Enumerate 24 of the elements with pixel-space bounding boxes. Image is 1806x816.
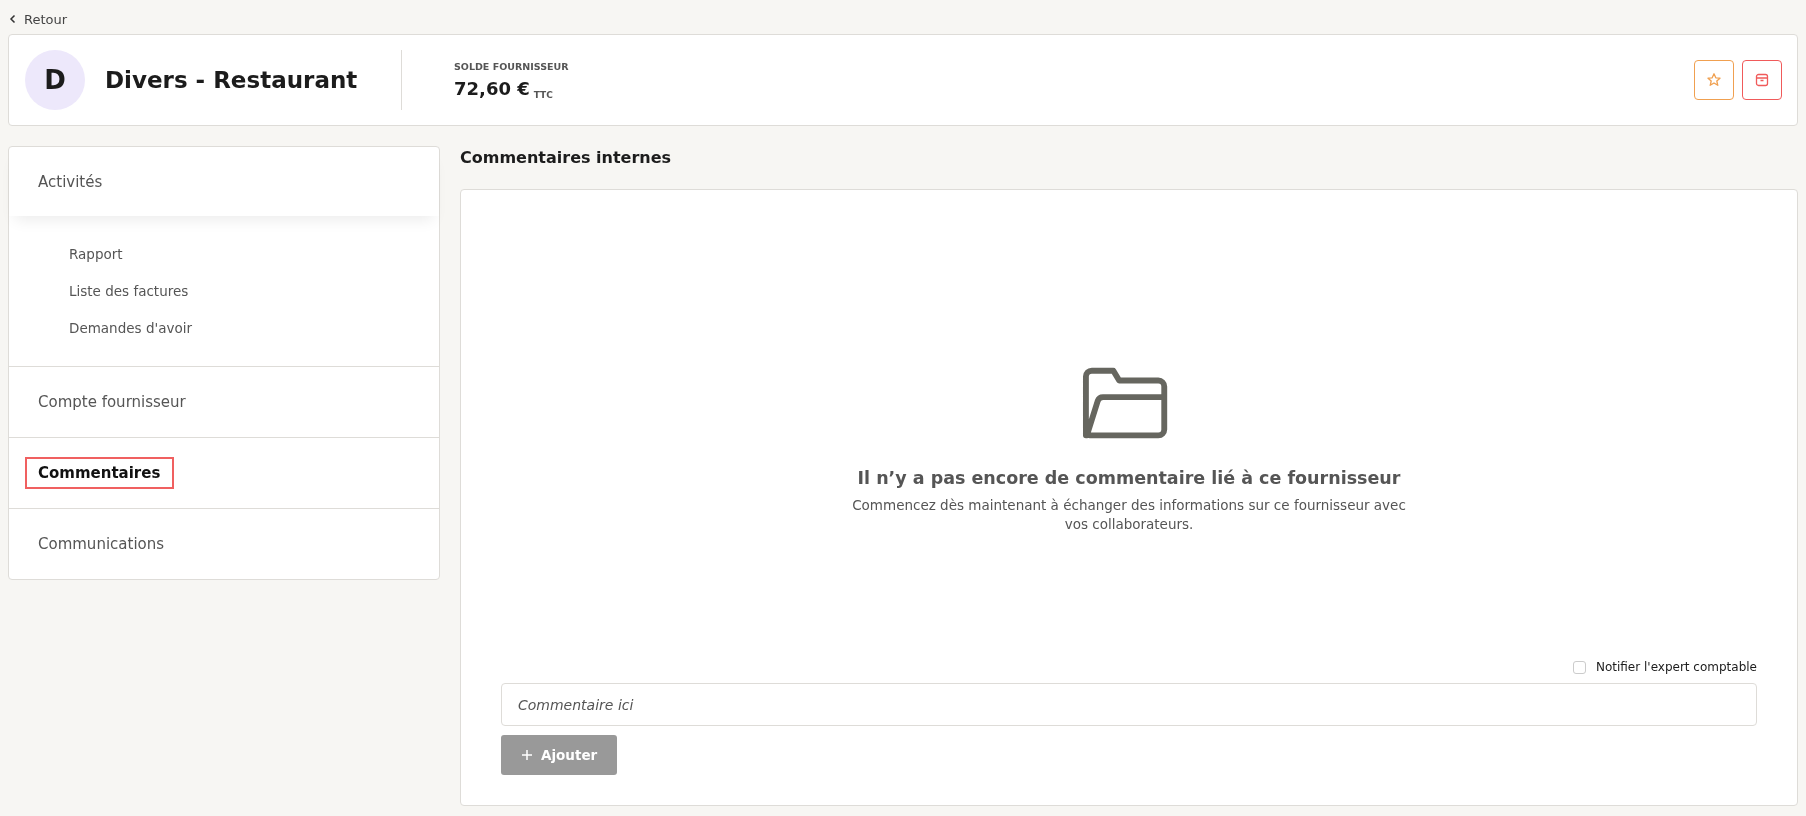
balance-amount: 72,60 € bbox=[454, 78, 530, 99]
avatar: D bbox=[25, 50, 85, 110]
sidebar-subitem[interactable]: Liste des factures bbox=[69, 283, 439, 299]
comment-input[interactable]: Commentaire ici bbox=[501, 683, 1757, 726]
notify-checkbox[interactable] bbox=[1572, 660, 1586, 674]
sidebar-item[interactable]: Compte fournisseur bbox=[25, 386, 200, 418]
balance-suffix: TTC bbox=[533, 90, 553, 100]
supplier-name: Divers - Restaurant bbox=[105, 67, 359, 93]
sidebar-subitem[interactable]: Rapport bbox=[69, 246, 439, 262]
sidebar-subitem[interactable]: Demandes d'avoir bbox=[69, 320, 439, 336]
empty-state-title: Il n’y a pas encore de commentaire lié à ce fournisseur bbox=[857, 468, 1401, 488]
star-icon bbox=[1706, 72, 1722, 88]
notify-label: Notifier l'expert comptable bbox=[1595, 660, 1757, 674]
sidebar-item[interactable]: Communications bbox=[25, 528, 179, 560]
archive-button[interactable] bbox=[1742, 60, 1782, 100]
sidebar-item[interactable]: Commentaires bbox=[25, 457, 175, 489]
favorite-button[interactable] bbox=[1694, 60, 1734, 100]
archive-box-icon bbox=[1754, 72, 1770, 88]
section-title: Commentaires internes bbox=[460, 148, 673, 168]
empty-state-text: Commencez dès maintenant à échanger des informations sur ce fournisseur avec vos collaborateurs. bbox=[851, 496, 1407, 534]
plus-icon bbox=[521, 749, 533, 761]
back-link[interactable]: Retour bbox=[8, 10, 68, 28]
sidebar-item[interactable]: Activités bbox=[25, 165, 117, 198]
balance-label: SOLDE FOURNISSEUR bbox=[454, 61, 569, 72]
